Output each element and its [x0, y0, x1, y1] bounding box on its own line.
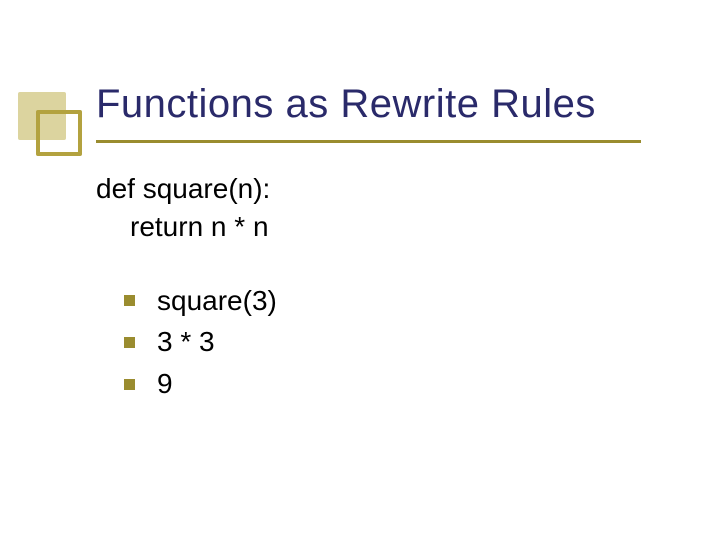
- square-bullet-icon: [124, 295, 135, 306]
- list-item: 3 * 3: [96, 323, 277, 361]
- evaluation-step-1: square(3): [157, 282, 277, 320]
- code-line-def: def square(n):: [96, 170, 277, 208]
- code-line-return: return n * n: [96, 208, 277, 246]
- slide: Functions as Rewrite Rules def square(n)…: [0, 0, 720, 540]
- square-bullet-icon: [124, 379, 135, 390]
- square-bullet-icon: [124, 337, 135, 348]
- slide-title: Functions as Rewrite Rules: [96, 82, 596, 127]
- evaluation-step-2: 3 * 3: [157, 323, 215, 361]
- list-item: square(3): [96, 282, 277, 320]
- slide-body: def square(n): return n * n square(3) 3 …: [96, 170, 277, 407]
- title-underline: [96, 140, 641, 143]
- title-bullet-decoration: [18, 92, 66, 140]
- list-item: 9: [96, 365, 277, 403]
- evaluation-list: square(3) 3 * 3 9: [96, 282, 277, 403]
- evaluation-step-3: 9: [157, 365, 173, 403]
